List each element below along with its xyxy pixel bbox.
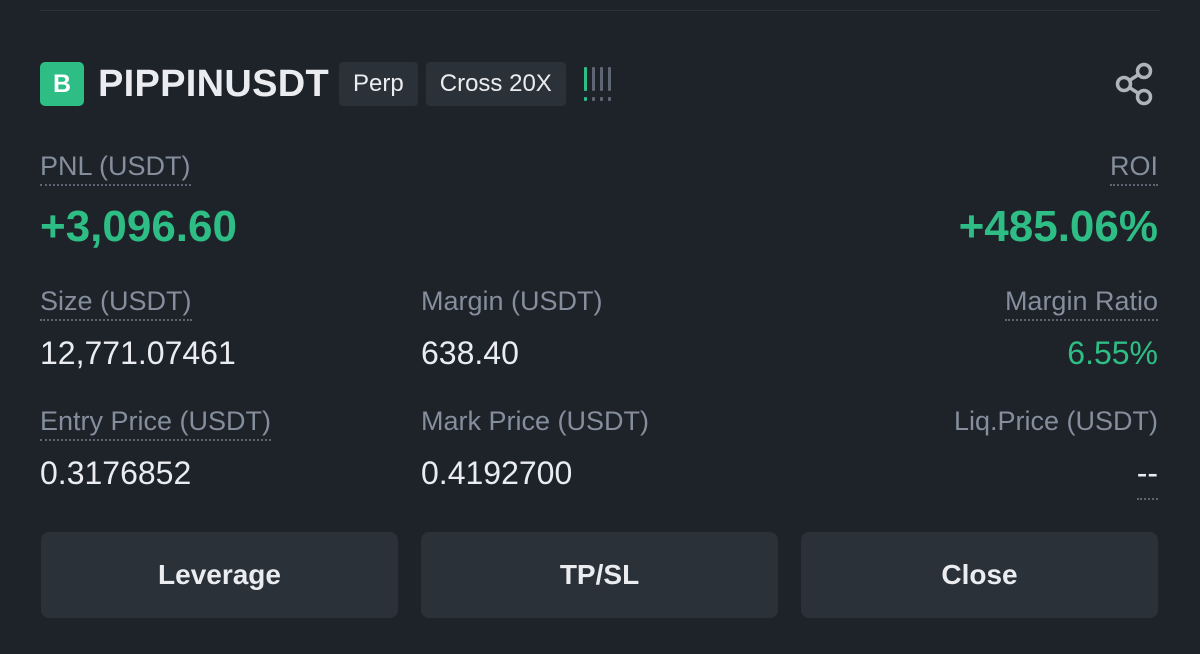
roi-value: +485.06% [958,202,1158,251]
position-header: B PIPPINUSDT Perp Cross 20X [40,60,1158,108]
symbol-title[interactable]: PIPPINUSDT [98,63,329,106]
margin-label: Margin (USDT) [421,286,603,316]
pnl-value: +3,096.60 [40,202,237,251]
risk-bar-3 [599,67,603,101]
entry-price-label[interactable]: Entry Price (USDT) [40,405,272,442]
liq-price-label: Liq.Price (USDT) [953,406,1158,436]
liq-price-value[interactable]: -- [1136,454,1158,501]
risk-bar-2 [591,67,595,101]
margin-value: 638.40 [421,335,519,371]
risk-bar-1 [583,67,587,101]
mark-price-value: 0.4192700 [421,455,573,491]
roi-label[interactable]: ROI [1109,150,1158,187]
top-divider [40,10,1160,11]
size-value: 12,771.07461 [40,335,236,371]
contract-type-tag: Perp [339,62,418,106]
risk-level-icon [583,67,611,101]
risk-bar-4 [607,67,611,101]
share-icon[interactable] [1110,60,1158,108]
leverage-button[interactable]: Leverage [41,532,398,618]
close-button[interactable]: Close [801,532,1158,618]
margin-mode-tag[interactable]: Cross 20X [425,62,566,106]
mark-price-label: Mark Price (USDT) [421,406,649,436]
tpsl-button[interactable]: TP/SL [421,532,778,618]
margin-ratio-value: 6.55% [1067,335,1158,371]
margin-ratio-label[interactable]: Margin Ratio [1004,285,1158,322]
entry-price-value: 0.3176852 [40,455,192,491]
size-label[interactable]: Size (USDT) [40,285,192,322]
side-badge: B [40,62,84,106]
pnl-label[interactable]: PNL (USDT) [40,150,191,187]
